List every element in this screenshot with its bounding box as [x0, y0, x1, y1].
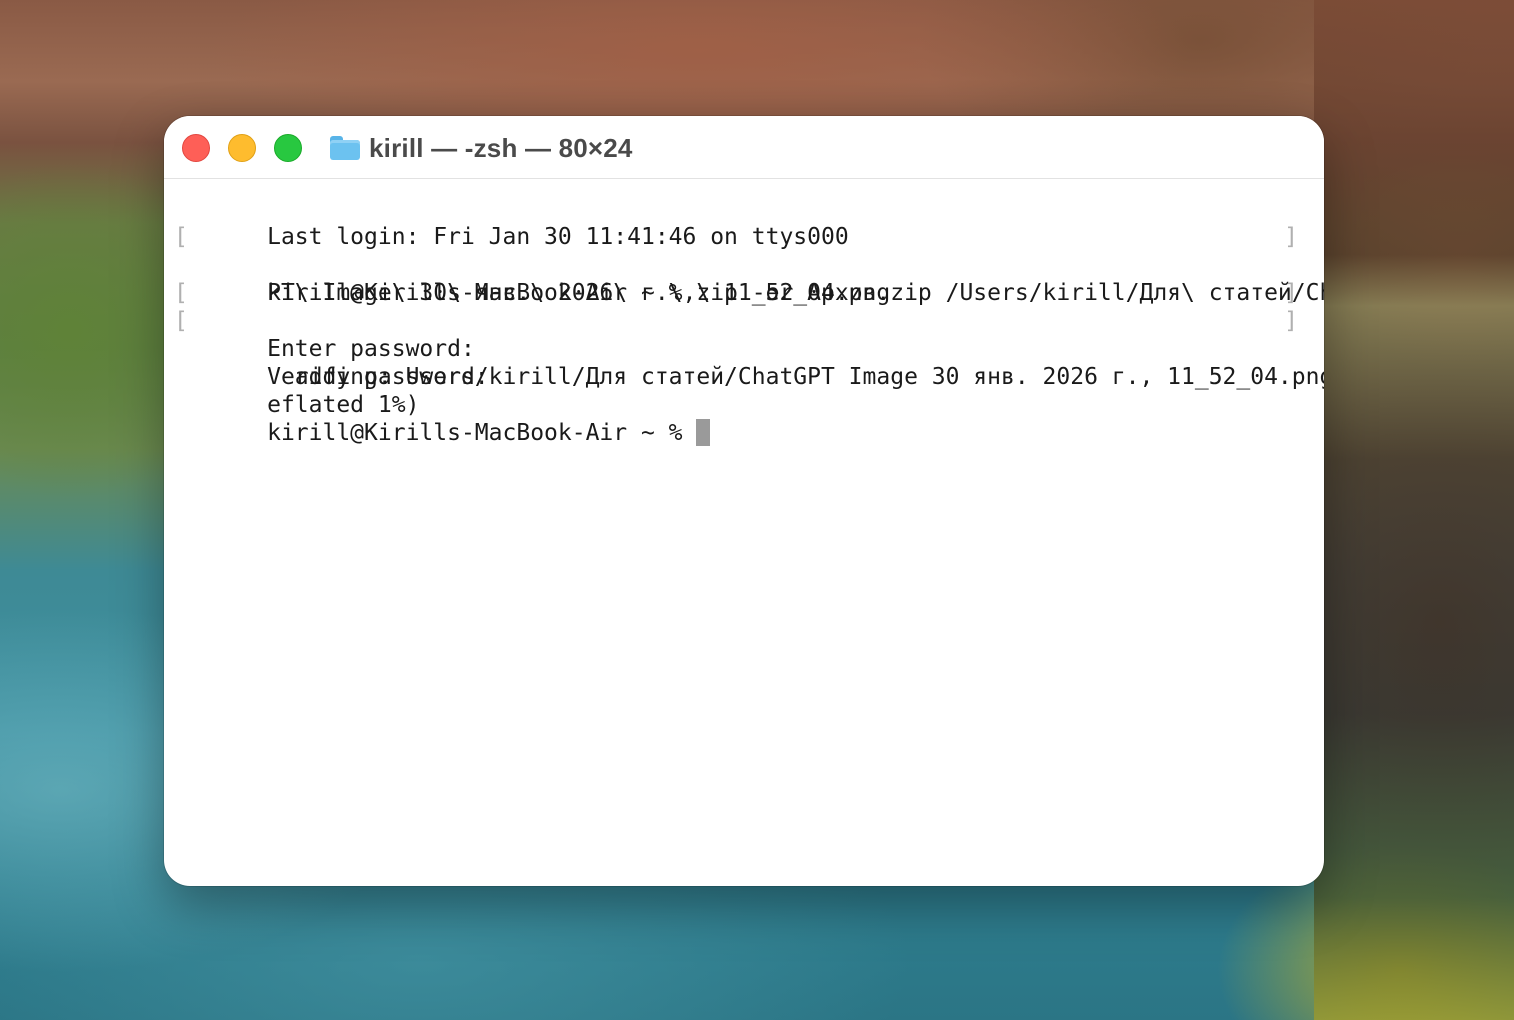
- window-title: kirill — -zsh — 80×24: [330, 132, 633, 164]
- folder-icon: [330, 136, 360, 160]
- minimize-button[interactable]: [228, 134, 256, 162]
- mark-close: ]: [1284, 224, 1298, 250]
- terminal-line: eflated 1%): [184, 363, 1304, 418]
- mark-open: [: [174, 280, 188, 306]
- terminal-line: PT\ Image\ 30\ янв.\ 2026\ г.\,\ 11_52_0…: [184, 251, 1304, 306]
- text-cursor: [696, 419, 711, 446]
- shell-prompt: kirill@Kirills-MacBook-Air ~ %: [267, 420, 697, 446]
- terminal-line: adding: Users/kirill/Для статей/ChatGPT …: [184, 335, 1324, 390]
- title-bar[interactable]: kirill — -zsh — 80×24: [164, 116, 1324, 179]
- terminal-window: kirill — -zsh — 80×24 Last login: Fri Ja…: [164, 116, 1324, 886]
- close-button[interactable]: [182, 134, 210, 162]
- terminal-line: [ Verify password: ]: [174, 307, 1304, 390]
- terminal-line: [ Enter password: ]: [174, 279, 1304, 362]
- terminal-line: Last login: Fri Jan 30 11:41:46 on ttys0…: [184, 195, 1304, 250]
- mark-open: [: [174, 224, 188, 250]
- terminal-content[interactable]: Last login: Fri Jan 30 11:41:46 on ttys0…: [164, 179, 1324, 446]
- desktop-wallpaper-cliff: [1314, 0, 1514, 1020]
- zoom-button[interactable]: [274, 134, 302, 162]
- mark-close: ]: [1284, 308, 1298, 334]
- mark-open: [: [174, 308, 188, 334]
- terminal-line: [ kirill@Kirills-MacBook-Air ~ % zip -er…: [174, 223, 1324, 306]
- prompt-line[interactable]: kirill@Kirills-MacBook-Air ~ %: [184, 391, 1304, 446]
- mark-close: ]: [1284, 280, 1298, 306]
- window-title-text: kirill — -zsh — 80×24: [369, 132, 633, 163]
